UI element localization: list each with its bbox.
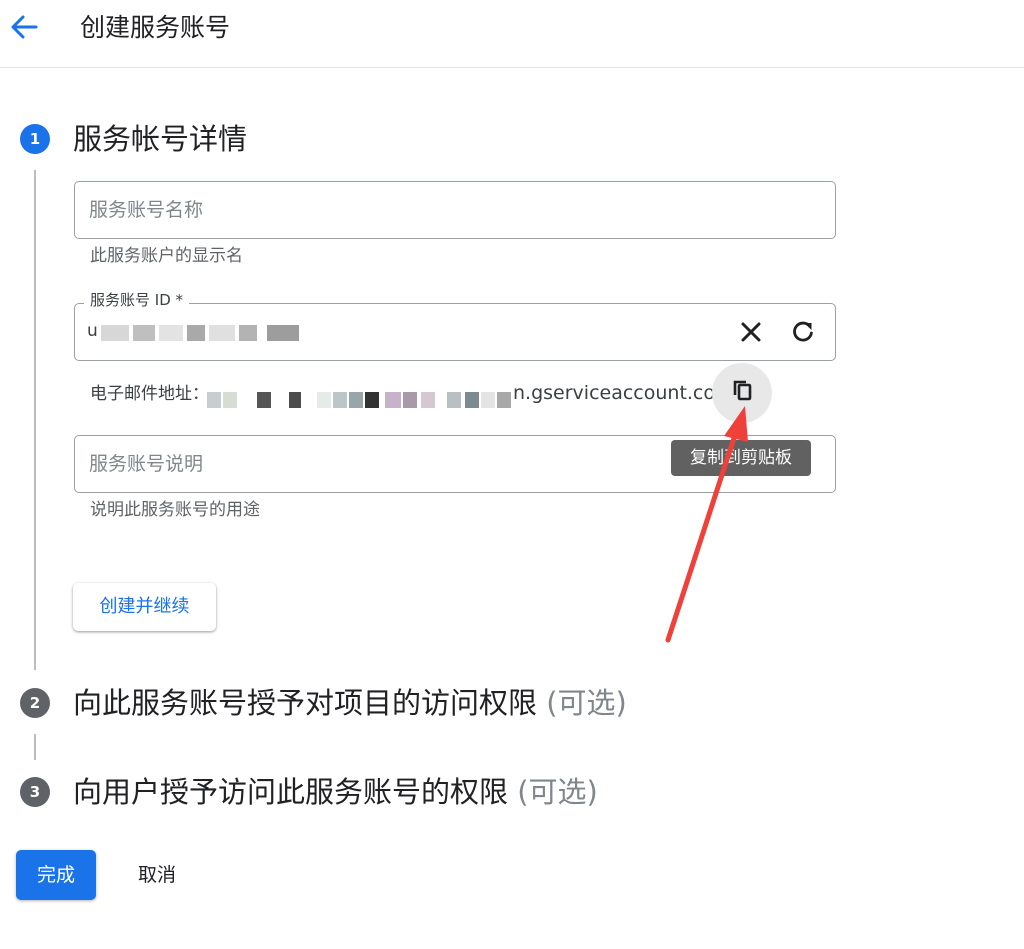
- service-account-id-label: 服务账号 ID *: [84, 290, 190, 310]
- step-3-title[interactable]: 向用户授予访问此服务账号的权限 (可选): [73, 773, 598, 811]
- done-button[interactable]: 完成: [16, 850, 96, 900]
- step-3-optional: (可选): [517, 775, 598, 809]
- clear-id-button[interactable]: [735, 316, 767, 348]
- service-account-name-hint: 此服务账户的显示名: [90, 246, 243, 266]
- step-connector-1: [34, 170, 36, 670]
- email-domain-suffix: n.gserviceaccount.com: [513, 382, 734, 404]
- step-3-title-text: 向用户授予访问此服务账号的权限: [73, 775, 509, 809]
- copy-email-button[interactable]: [712, 363, 772, 423]
- step-2-title-text: 向此服务账号授予对项目的访问权限: [73, 686, 538, 720]
- service-account-id-field[interactable]: u: [74, 303, 836, 361]
- step-2-optional: (可选): [546, 686, 627, 720]
- close-icon: [741, 322, 761, 342]
- create-service-account-page: 创建服务账号 1 服务帐号详情 服务账号名称 此服务账户的显示名 u 服务账号 …: [0, 0, 1024, 949]
- step-3-number: 3: [20, 777, 50, 807]
- copy-tooltip: 复制到剪贴板: [671, 440, 811, 476]
- step-1-number: 1: [20, 124, 50, 154]
- service-account-description-placeholder: 服务账号说明: [89, 453, 204, 475]
- service-account-id-value: u: [87, 319, 299, 343]
- regenerate-id-button[interactable]: [787, 316, 819, 348]
- service-account-id-prefix: u: [87, 321, 98, 341]
- step-connector-2: [34, 734, 36, 760]
- page-header: 创建服务账号: [0, 0, 1024, 68]
- service-account-name-field[interactable]: 服务账号名称: [74, 181, 836, 239]
- step-1-title-text: 服务帐号详情: [73, 122, 248, 156]
- step-2-number: 2: [20, 688, 50, 718]
- service-account-description-hint: 说明此服务账号的用途: [90, 500, 260, 520]
- email-redacted: [207, 392, 517, 410]
- step-1-title[interactable]: 服务帐号详情: [73, 120, 247, 158]
- create-and-continue-button[interactable]: 创建并继续: [73, 583, 216, 631]
- copy-icon: [733, 380, 752, 401]
- email-label: 电子邮件地址：: [90, 384, 209, 404]
- back-button[interactable]: [6, 10, 40, 44]
- page-title: 创建服务账号: [80, 13, 231, 42]
- cancel-button[interactable]: 取消: [122, 850, 192, 900]
- step-2-title[interactable]: 向此服务账号授予对项目的访问权限 (可选): [73, 684, 627, 722]
- refresh-icon: [793, 321, 813, 342]
- service-account-name-placeholder: 服务账号名称: [89, 199, 204, 221]
- arrow-left-icon: [11, 15, 38, 39]
